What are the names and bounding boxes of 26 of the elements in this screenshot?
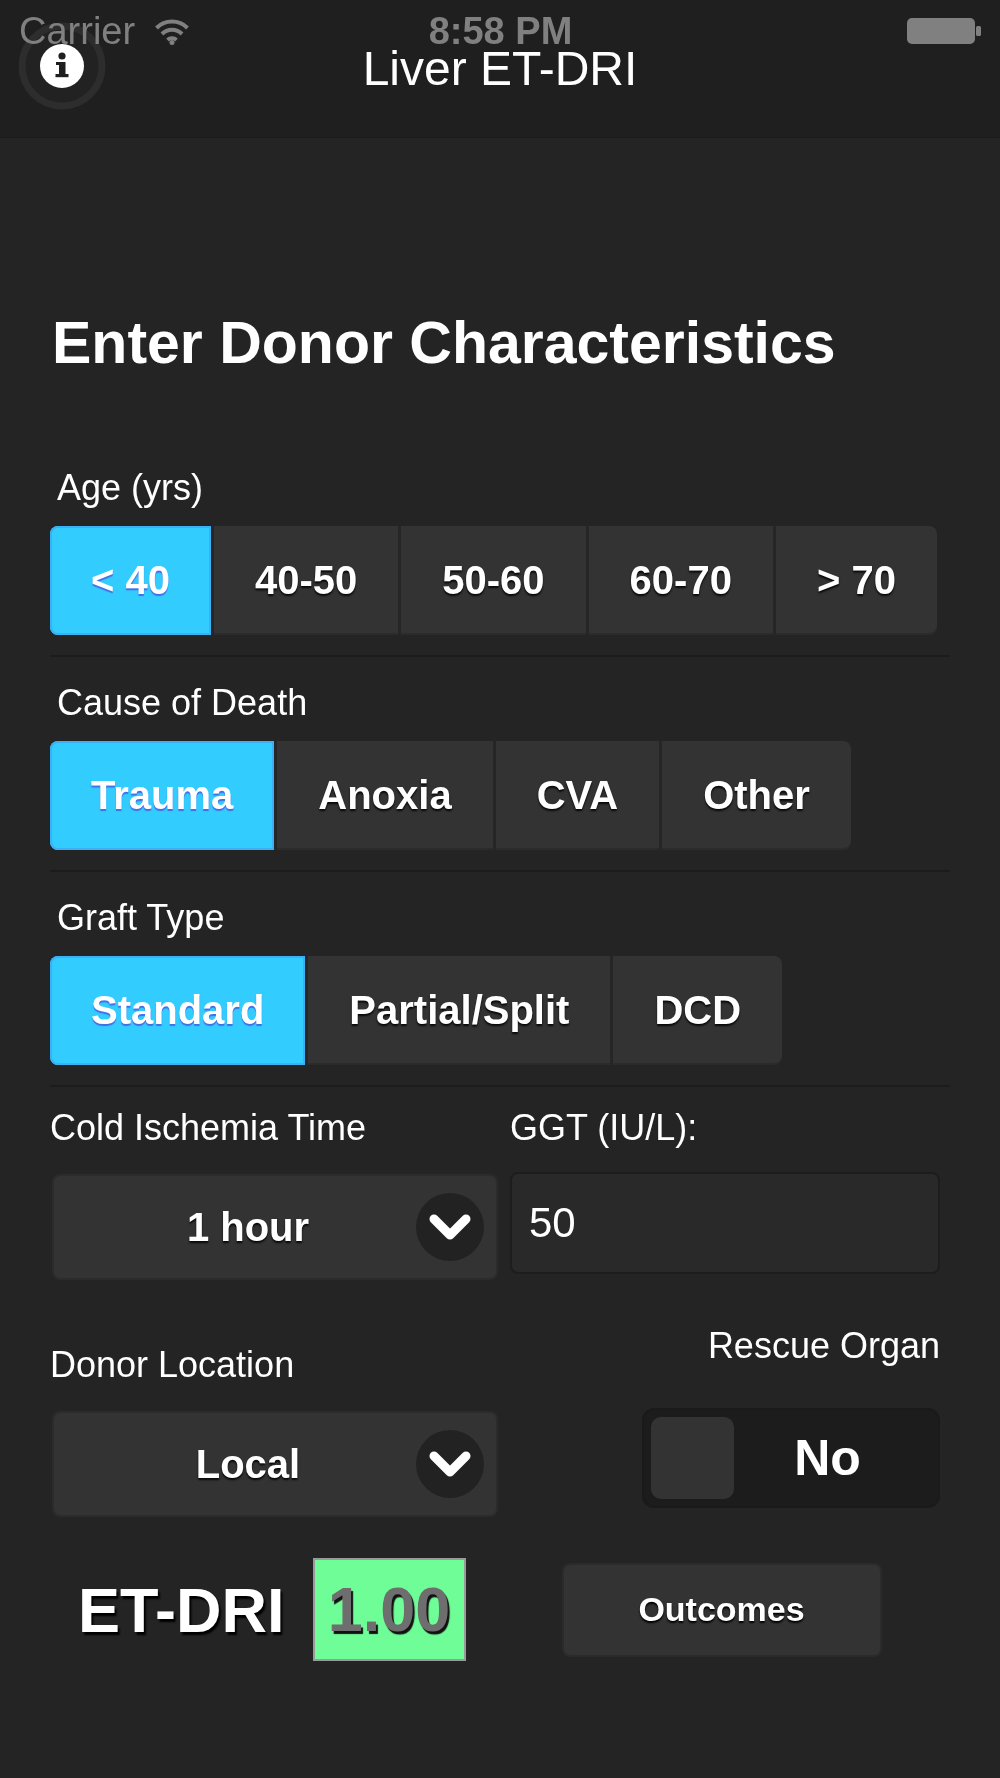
chevron-down-icon xyxy=(416,1430,484,1498)
chevron-down-icon xyxy=(416,1193,484,1261)
ggt-input[interactable]: 50 xyxy=(510,1172,940,1274)
segment-option[interactable]: 60-70 xyxy=(588,526,776,635)
segment-option[interactable]: 50-60 xyxy=(401,526,589,635)
field-label: Age (yrs) xyxy=(57,467,204,509)
rescue-toggle[interactable]: No xyxy=(642,1408,940,1508)
outcomes-button[interactable]: Outcomes xyxy=(561,1562,882,1657)
wifi-icon xyxy=(154,17,191,45)
dropdown-button[interactable]: Local xyxy=(52,1411,498,1517)
segment-option[interactable]: > 70 xyxy=(775,526,937,635)
field-label: Donor Location xyxy=(50,1344,295,1386)
battery-icon xyxy=(906,17,982,45)
field-label: GGT (IU/L): xyxy=(510,1107,698,1149)
field-label: Graft Type xyxy=(57,897,225,939)
field-label: Cold Ischemia Time xyxy=(50,1107,367,1149)
section-heading: Enter Donor Characteristics xyxy=(52,310,836,376)
segment-option[interactable]: Anoxia xyxy=(277,741,496,850)
result-value: 1.00 xyxy=(312,1558,466,1661)
segment-option[interactable]: Other xyxy=(662,741,851,850)
result-label: ET-DRI xyxy=(78,1574,285,1645)
segment-option[interactable]: DCD xyxy=(613,956,783,1065)
field-label: Rescue Organ xyxy=(707,1325,940,1367)
carrier-name: Carrier xyxy=(19,12,136,50)
field-label: Cause of Death xyxy=(57,682,308,724)
dropdown-button[interactable]: 1 hour xyxy=(52,1174,498,1280)
